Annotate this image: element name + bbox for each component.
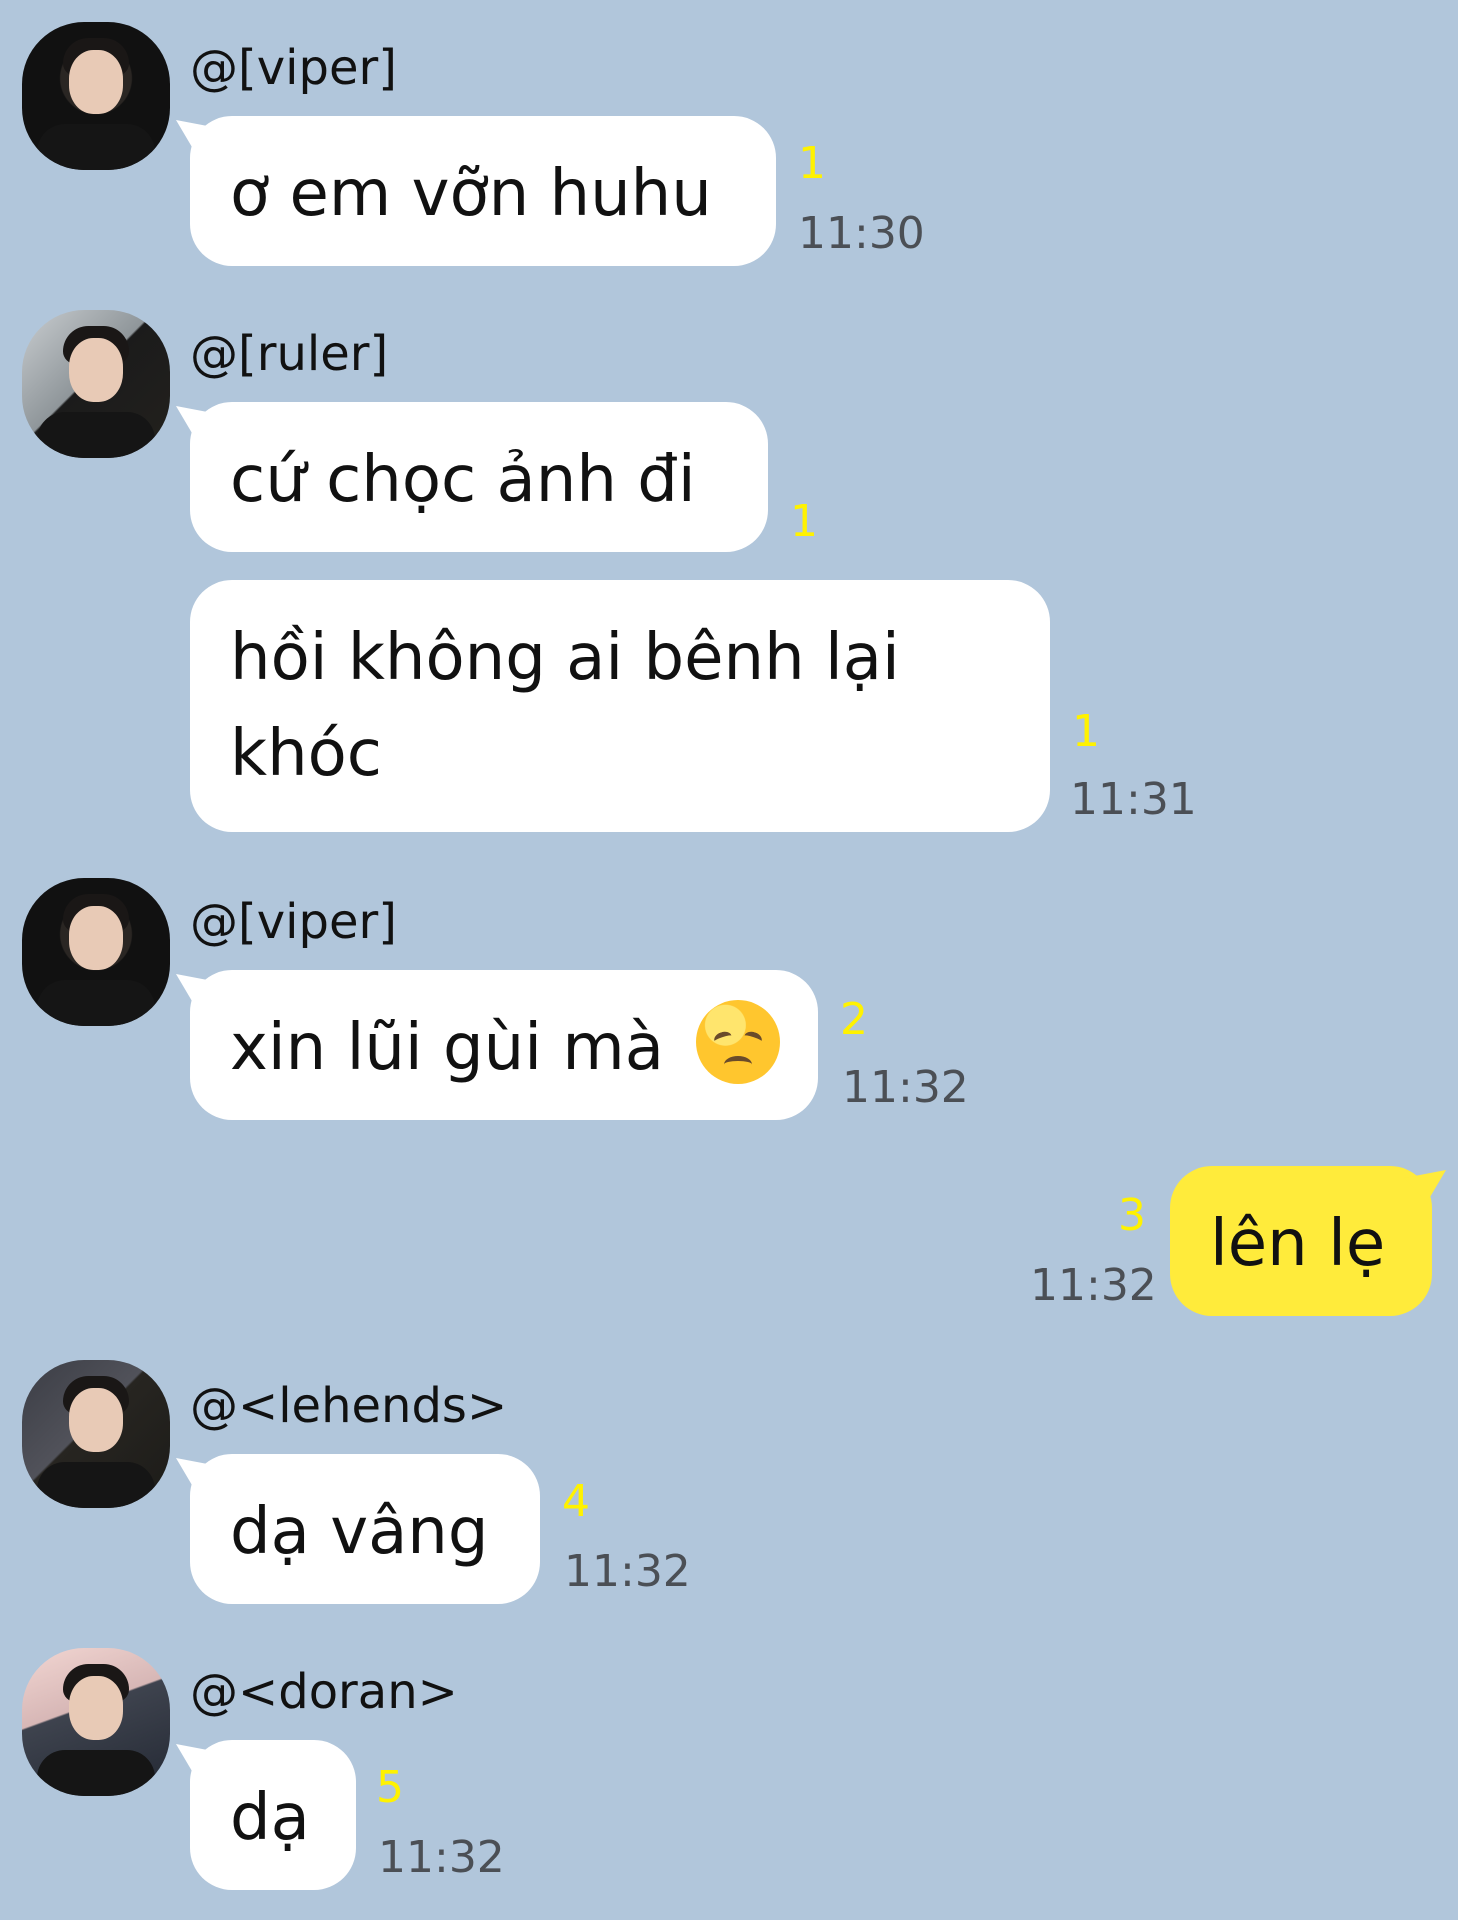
read-count: 4 — [562, 1476, 590, 1527]
message-bubble[interactable]: xin lũi gùi mà — [190, 970, 818, 1120]
avatar-face — [69, 906, 123, 970]
message-time: 11:32 — [842, 1062, 969, 1113]
avatar-face — [69, 1676, 123, 1740]
message-line: hồi không ai bênh lại — [230, 621, 900, 695]
viper-avatar[interactable] — [22, 878, 170, 1026]
message-bubble[interactable]: hồi không ai bênh lại khóc — [190, 580, 1050, 832]
username-viper: @[viper] — [190, 894, 397, 950]
message-bubble[interactable]: lên lẹ — [1170, 1166, 1432, 1316]
message-bubble[interactable]: dạ vâng — [190, 1454, 540, 1604]
avatar-shirt — [37, 412, 155, 458]
read-count: 5 — [376, 1762, 404, 1813]
read-count: 1 — [798, 138, 826, 189]
message-bubble[interactable]: cứ chọc ảnh đi — [190, 402, 768, 552]
username-doran: @<doran> — [190, 1664, 458, 1720]
ruler-avatar[interactable] — [22, 310, 170, 458]
message-time: 11:32 — [1030, 1260, 1157, 1311]
username-lehends: @<lehends> — [190, 1378, 508, 1434]
message-time: 11:31 — [1070, 774, 1197, 825]
lehends-avatar[interactable] — [22, 1360, 170, 1508]
read-count: 1 — [1072, 706, 1100, 757]
avatar-shirt — [37, 124, 155, 170]
avatar-face — [69, 50, 123, 114]
avatar-shirt — [37, 1750, 155, 1796]
message-time: 11:30 — [798, 208, 925, 259]
read-count: 2 — [840, 994, 868, 1045]
message-time: 11:32 — [564, 1546, 691, 1597]
username-viper: @[viper] — [190, 40, 397, 96]
read-count: 3 — [1118, 1190, 1146, 1241]
disappointed-face-icon — [696, 1000, 781, 1084]
message-bubble[interactable]: ơ em vỡn huhu — [190, 116, 776, 266]
avatar-shirt — [37, 980, 155, 1026]
avatar-face — [69, 1388, 123, 1452]
message-text: xin lũi gùi mà — [230, 1011, 664, 1085]
read-count: 1 — [790, 496, 818, 547]
username-ruler: @[ruler] — [190, 326, 389, 382]
message-bubble[interactable]: dạ — [190, 1740, 356, 1890]
emoji-mouth — [724, 1056, 753, 1073]
avatar-shirt — [37, 1462, 155, 1508]
avatar-face — [69, 338, 123, 402]
viper-avatar[interactable] — [22, 22, 170, 170]
message-time: 11:32 — [378, 1832, 505, 1883]
doran-avatar[interactable] — [22, 1648, 170, 1796]
message-line: khóc — [230, 717, 382, 791]
